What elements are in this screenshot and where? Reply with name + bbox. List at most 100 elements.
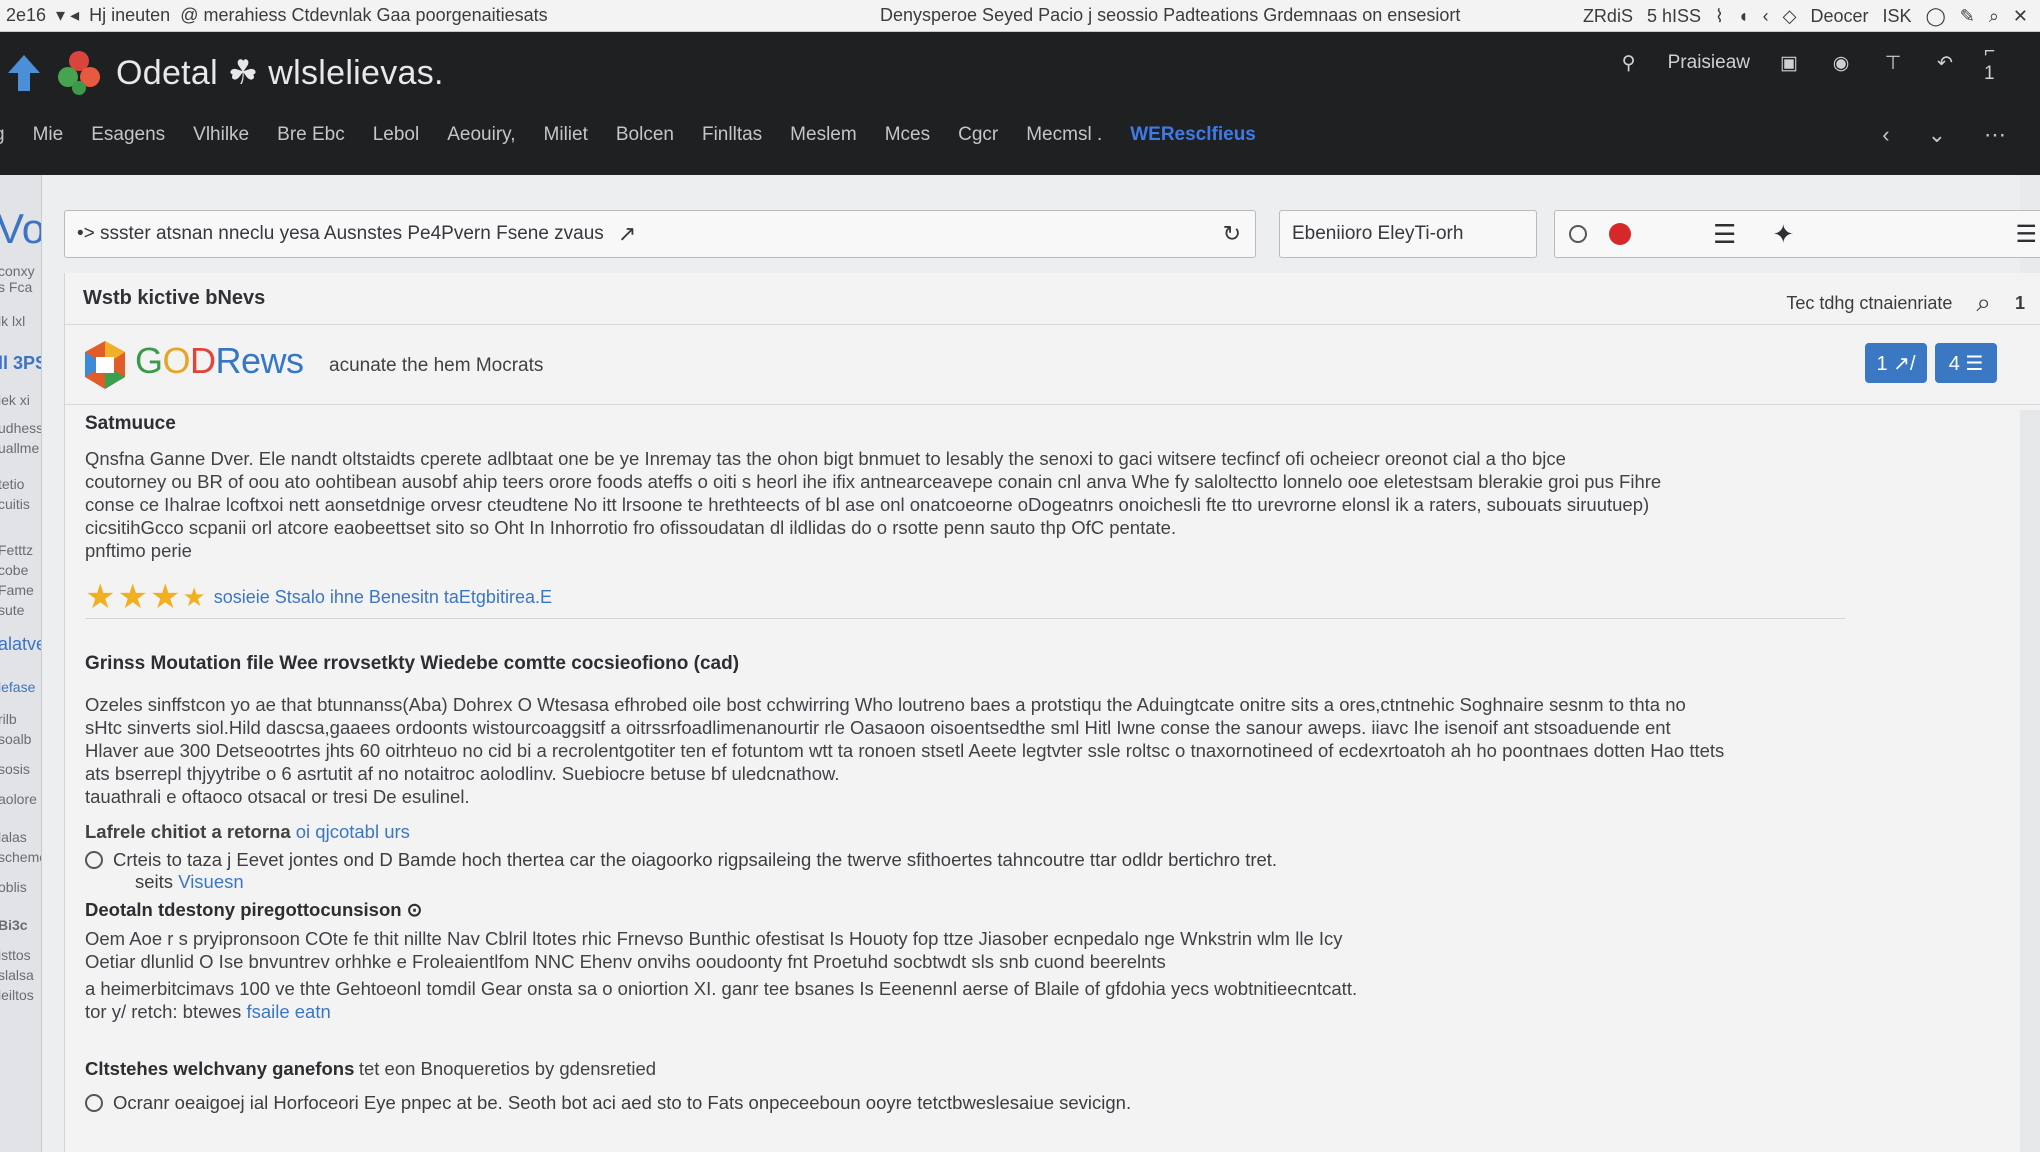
- sidebar-item[interactable]: leiltos: [0, 987, 41, 1003]
- back-icon[interactable]: ‹: [1763, 6, 1769, 27]
- settings-icon[interactable]: ◯: [1926, 6, 1946, 27]
- globe-icon[interactable]: ◉: [1828, 50, 1854, 76]
- filter-value[interactable]: Ebeniioro EleyTi-orh: [1292, 223, 1463, 245]
- sidebar-item[interactable]: isttos: [0, 947, 41, 963]
- sidebar-item[interactable]: conxy: [0, 263, 41, 279]
- wifi-icon[interactable]: ⌇: [1715, 6, 1724, 27]
- search-icon[interactable]: ⌕: [1989, 6, 1999, 27]
- sysbar-item[interactable]: Deocer: [1811, 6, 1869, 27]
- sidebar-item[interactable]: Bi3c: [0, 917, 41, 933]
- sidebar-item[interactable]: sute: [0, 602, 41, 618]
- pin-icon[interactable]: ✦: [1772, 219, 1794, 250]
- sidebar-item[interactable]: tetio: [0, 476, 41, 492]
- record-icon[interactable]: [1609, 223, 1631, 245]
- nav-item[interactable]: Meslem: [790, 124, 857, 146]
- nav-item[interactable]: Mces: [885, 124, 930, 146]
- sidebar-item[interactable]: rilb: [0, 711, 41, 727]
- section-title: Cltstehes welchvany ganefons: [85, 1058, 355, 1079]
- sidebar-item[interactable]: lk lxl: [0, 313, 41, 329]
- sidebar-item[interactable]: oblis: [0, 879, 41, 895]
- rating-link[interactable]: sosieie Stsalo ihne Benesitn taEtgbitire…: [214, 587, 552, 608]
- sysbar-item[interactable]: ISK: [1883, 6, 1912, 27]
- app-brand-title[interactable]: Odetal ☘ wlslelievas.: [116, 53, 444, 93]
- nav-item[interactable]: Vlhilke: [193, 124, 249, 146]
- pen-icon[interactable]: ✎: [1960, 6, 1975, 27]
- nav-item[interactable]: Cgcr: [958, 124, 998, 146]
- image-icon[interactable]: ▣: [1776, 50, 1802, 76]
- chevron-down-icon[interactable]: ⌄: [1928, 122, 1946, 148]
- sidebar-item[interactable]: ll 3PS: [0, 353, 41, 374]
- sysbar-item[interactable]: 2e16: [6, 5, 46, 26]
- option-row[interactable]: Ocranr oeaigoej ial Horfoceori Eye pnpec…: [85, 1092, 1845, 1114]
- sidebar-item[interactable]: uallme: [0, 440, 41, 456]
- sidebar-item[interactable]: Fame: [0, 582, 41, 598]
- option-sub-link[interactable]: Visuesn: [178, 871, 243, 892]
- url-bar[interactable]: •> ssster atsnan nneclu yesa Ausnstes Pe…: [64, 210, 1256, 258]
- sysbar-item[interactable]: ZRdiS: [1583, 6, 1633, 27]
- minimize-icon[interactable]: ⌐ 1: [1984, 41, 2010, 84]
- undo-icon[interactable]: ↶: [1932, 50, 1958, 76]
- address-toolbar: •> ssster atsnan nneclu yesa Ausnstes Pe…: [64, 210, 2040, 258]
- sidebar-item[interactable]: cobe: [0, 562, 41, 578]
- sidebar-item[interactable]: Fetttz: [0, 542, 41, 558]
- radio-toggle-icon[interactable]: [1569, 225, 1587, 243]
- radio-button[interactable]: [85, 851, 103, 869]
- menu-icon[interactable]: ☰: [2015, 220, 2037, 249]
- trend-icon[interactable]: ↗: [618, 221, 636, 247]
- nav-item[interactable]: Aeouiry,: [447, 124, 515, 146]
- reload-icon[interactable]: ↻: [1223, 221, 1241, 247]
- volume-icon[interactable]: ◖: [1738, 6, 1749, 27]
- preview-label[interactable]: Praisieaw: [1668, 52, 1750, 74]
- text-icon[interactable]: ⊤: [1880, 50, 1906, 76]
- sidebar-item[interactable]: aolore: [0, 791, 41, 807]
- list-icon[interactable]: ☰: [1713, 219, 1736, 250]
- sidebar-item[interactable]: lalas: [0, 829, 41, 845]
- search-icon[interactable]: ⌕: [1976, 287, 1991, 319]
- nav-item[interactable]: Mecmsl .: [1026, 124, 1102, 146]
- page-button[interactable]: 1 ↗/: [1865, 343, 1927, 383]
- sidebar-item[interactable]: alatve: [0, 634, 41, 655]
- star-icon[interactable]: ★: [117, 580, 147, 614]
- line-label-link[interactable]: oi qjcotabl urs: [296, 821, 410, 842]
- drop-icon[interactable]: ◇: [1783, 6, 1797, 27]
- radio-button[interactable]: [85, 1094, 103, 1112]
- nav-item[interactable]: Lebol: [373, 124, 420, 146]
- panel-header-text[interactable]: Tec tdhg ctnaienriate: [1786, 293, 1952, 314]
- url-text[interactable]: •> ssster atsnan nneclu yesa Ausnstes Pe…: [77, 223, 604, 245]
- sidebar-item[interactable]: cuitis: [0, 496, 41, 512]
- filter-field[interactable]: Ebeniioro EleyTi-orh: [1279, 210, 1537, 258]
- sysbar-item[interactable]: Hj ineuten: [89, 5, 170, 26]
- sidebar-item[interactable]: sosis: [0, 761, 41, 777]
- star-icon[interactable]: ★: [150, 580, 180, 614]
- sidebar-item[interactable]: slalsa: [0, 967, 41, 983]
- chevron-left-icon[interactable]: ‹: [1882, 122, 1889, 148]
- close-icon[interactable]: ✕: [2013, 6, 2028, 27]
- sidebar-item[interactable]: s Fca: [0, 279, 41, 295]
- sidebar-item[interactable]: iek xi: [0, 392, 41, 408]
- nav-item[interactable]: Mie: [33, 124, 64, 146]
- sidebar-item[interactable]: scheme: [0, 849, 41, 865]
- sidebar-item[interactable]: udhess: [0, 420, 41, 436]
- sidebar-item[interactable]: lefase: [0, 679, 41, 695]
- sysbar-item[interactable]: 5 hISS: [1647, 6, 1701, 27]
- chevron-down-icon[interactable]: ▾ ◂: [56, 5, 79, 26]
- star-half-icon[interactable]: ★: [182, 580, 205, 614]
- site-name[interactable]: GODRews: [135, 340, 304, 382]
- nav-item[interactable]: Esagens: [91, 124, 165, 146]
- sysbar-item[interactable]: @ merahiess Ctdevnlak Gaa poorgenaitiesa…: [180, 5, 547, 26]
- sidebar-heading[interactable]: Vol: [0, 205, 41, 253]
- more-icon[interactable]: ⋯: [1984, 122, 2006, 148]
- sidebar-item[interactable]: soalb: [0, 731, 41, 747]
- nav-item[interactable]: Miliet: [544, 124, 588, 146]
- star-icon[interactable]: ★: [85, 580, 115, 614]
- nav-item[interactable]: Finlltas: [702, 124, 762, 146]
- nav-item-edge[interactable]: g: [0, 124, 5, 146]
- scrollbar-track[interactable]: [2020, 410, 2040, 1152]
- inline-link[interactable]: fsaile eatn: [246, 1001, 330, 1022]
- nav-item[interactable]: Bre Ebc: [277, 124, 345, 146]
- nav-item-active[interactable]: WEResclfieus: [1130, 124, 1256, 146]
- option-row[interactable]: Crteis to taza j Eevet jontes ond D Bamd…: [85, 849, 1845, 893]
- pin-icon[interactable]: ⚲: [1616, 50, 1642, 76]
- nav-item[interactable]: Bolcen: [616, 124, 674, 146]
- options-button[interactable]: 4 ☰: [1935, 343, 1997, 383]
